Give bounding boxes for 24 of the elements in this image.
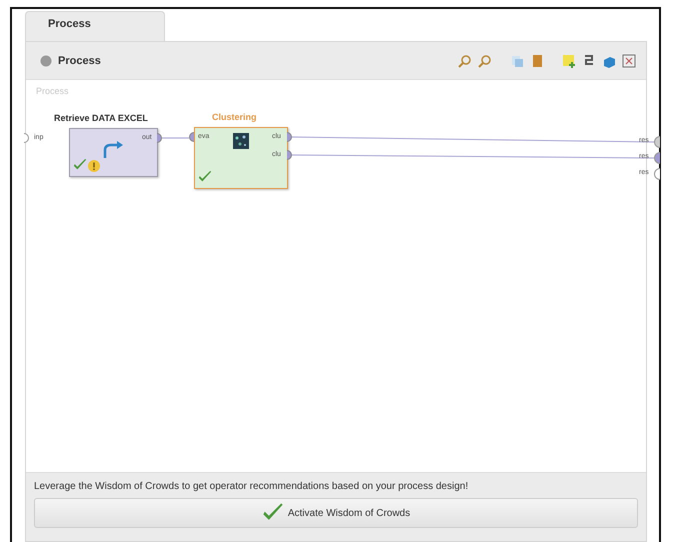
output-port-icon[interactable] <box>287 132 292 142</box>
activate-button[interactable]: Activate Wisdom of Crowds <box>34 498 638 528</box>
input-port-icon[interactable] <box>24 133 31 143</box>
copy-icon[interactable] <box>510 54 524 68</box>
result-port-icon[interactable] <box>654 152 660 164</box>
operator-box[interactable] <box>194 127 288 189</box>
process-tab[interactable]: Process <box>25 11 165 41</box>
retrieve-arrow-icon <box>102 141 124 159</box>
cluster-icon <box>233 133 249 149</box>
connection-line <box>161 137 189 139</box>
zoom-out-icon[interactable] <box>478 54 492 68</box>
result-port-icon[interactable] <box>654 168 660 180</box>
output-port-icon[interactable] <box>157 133 162 143</box>
zoom-in-icon[interactable] <box>458 54 472 68</box>
status-dot-icon <box>40 54 52 66</box>
add-note-icon[interactable] <box>562 54 576 68</box>
recommendation-text: Leverage the Wisdom of Crowds to get operator recommendations based on your process design! <box>34 481 470 492</box>
operator-name: Retrieve DATA EXCEL <box>54 113 148 123</box>
clipboard-icon[interactable] <box>530 54 544 68</box>
output-port-icon[interactable] <box>287 150 292 160</box>
input-port-icon[interactable] <box>189 132 194 142</box>
process-title: Process <box>58 54 102 66</box>
operator-name: Clustering <box>212 112 257 122</box>
result-port-icon[interactable] <box>654 136 660 148</box>
